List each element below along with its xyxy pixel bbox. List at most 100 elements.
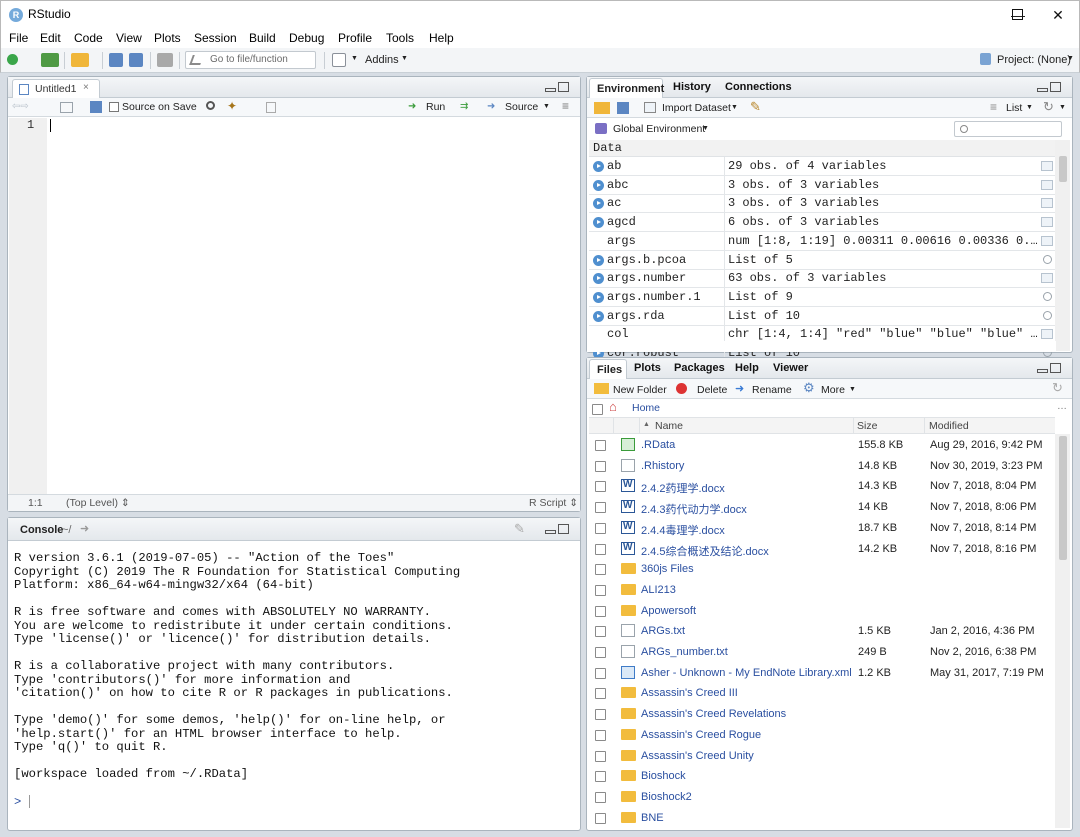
chevron-down-icon[interactable]: ▼	[1026, 104, 1033, 111]
tab-connections[interactable]: Connections	[725, 81, 792, 93]
file-checkbox[interactable]	[595, 543, 606, 555]
rerun-icon[interactable]: ⇉	[460, 101, 468, 112]
file-name-link[interactable]: Assassin's Creed Rogue	[641, 729, 761, 741]
clear-console-icon[interactable]: ✎	[514, 521, 525, 537]
back-forward-icon[interactable]: ⇦⇨	[12, 101, 29, 112]
file-name-link[interactable]: Bioshock2	[641, 791, 692, 803]
grid-layout-icon[interactable]	[332, 53, 346, 67]
file-name-link[interactable]: .RData	[641, 439, 675, 451]
expand-icon[interactable]	[593, 161, 604, 172]
chevron-down-icon[interactable]: ▼	[849, 386, 856, 393]
filetype-selector[interactable]: R Script ⇕	[529, 497, 578, 509]
new-folder-button[interactable]: New Folder	[613, 384, 667, 396]
view-data-icon[interactable]	[1041, 329, 1053, 340]
tab-history[interactable]: History	[673, 81, 711, 93]
ellipsis-button[interactable]: …	[1057, 401, 1067, 412]
save-icon[interactable]	[90, 101, 102, 113]
delete-button[interactable]: Delete	[697, 384, 727, 396]
file-row[interactable]: ARGs_number.txt 249 B Nov 2, 2016, 6:38 PM	[589, 642, 1055, 663]
tab-help[interactable]: Help	[735, 362, 759, 374]
tab-packages[interactable]: Packages	[674, 362, 725, 374]
file-name-link[interactable]: 2.4.5综合概述及结论.docx	[641, 543, 769, 559]
project-menu[interactable]: Project: (None)	[997, 54, 1071, 66]
pane-minmax-buttons[interactable]	[543, 524, 571, 536]
file-name-link[interactable]: ALI213	[641, 584, 676, 596]
tab-untitled1[interactable]: Untitled1 ×	[12, 79, 100, 98]
file-name-link[interactable]: Bioshock	[641, 770, 686, 782]
file-checkbox[interactable]	[595, 440, 606, 451]
pane-minmax-buttons[interactable]	[1035, 363, 1063, 375]
view-data-icon[interactable]	[1041, 217, 1053, 228]
menu-edit[interactable]: Edit	[40, 31, 61, 45]
environment-scope-selector[interactable]: Global Environment	[613, 123, 705, 135]
file-checkbox[interactable]	[595, 522, 606, 534]
env-row[interactable]: ab 29 obs. of 4 variables	[589, 157, 1055, 176]
maximize-button[interactable]	[1012, 9, 1023, 20]
file-row[interactable]: 2.4.3药代动力学.docx 14 KB Nov 7, 2018, 8:06 PM	[589, 497, 1055, 518]
source-on-save-checkbox[interactable]	[109, 102, 119, 112]
file-row[interactable]: .RData 155.8 KB Aug 29, 2016, 9:42 PM	[589, 435, 1055, 456]
new-project-icon[interactable]	[41, 53, 59, 67]
tab-plots[interactable]: Plots	[634, 362, 661, 374]
file-row[interactable]: BNE	[589, 808, 1055, 829]
menu-profile[interactable]: Profile	[338, 31, 372, 45]
file-row[interactable]: Bioshock	[589, 766, 1055, 787]
tab-viewer[interactable]: Viewer	[773, 362, 808, 374]
go-to-file-input[interactable]: Go to file/function	[185, 51, 316, 69]
file-checkbox[interactable]	[595, 502, 606, 514]
expand-icon[interactable]	[593, 217, 604, 229]
select-all-checkbox[interactable]	[592, 404, 603, 415]
search-icon[interactable]	[206, 101, 215, 110]
view-data-icon[interactable]	[1041, 235, 1053, 246]
file-row[interactable]: Assassin's Creed Rogue	[589, 725, 1055, 746]
expand-icon[interactable]	[593, 179, 604, 191]
file-name-link[interactable]: Asher - Unknown - My EndNote Library.xml	[641, 667, 852, 679]
chevron-down-icon[interactable]: ▼	[731, 104, 738, 111]
outline-icon[interactable]: ≡	[562, 99, 569, 113]
file-row[interactable]: ARGs.txt 1.5 KB Jan 2, 2016, 4:36 PM	[589, 621, 1055, 642]
file-row[interactable]: Assassin's Creed III	[589, 683, 1055, 704]
inspect-icon[interactable]	[1043, 254, 1052, 264]
file-name-link[interactable]: BNE	[641, 812, 664, 824]
file-name-link[interactable]: Apowersoft	[641, 605, 696, 617]
file-name-link[interactable]: Assassin's Creed III	[641, 687, 738, 699]
refresh-icon[interactable]: ↻	[1043, 99, 1054, 115]
compile-report-icon[interactable]	[266, 102, 276, 113]
save-workspace-icon[interactable]	[617, 102, 629, 114]
file-row[interactable]: Assassin's Creed Revelations	[589, 704, 1055, 725]
more-menu[interactable]: More	[821, 384, 845, 396]
file-row[interactable]: ALI213	[589, 580, 1055, 601]
expand-icon[interactable]	[593, 254, 604, 266]
tab-environment[interactable]: Environment	[589, 78, 664, 98]
menu-file[interactable]: File	[9, 31, 28, 45]
view-data-icon[interactable]	[1041, 161, 1053, 171]
file-checkbox[interactable]	[595, 791, 606, 803]
show-in-window-icon[interactable]	[60, 102, 73, 113]
file-checkbox[interactable]	[595, 647, 606, 658]
env-row[interactable]: args num [1:8, 1:19] 0.00311 0.00616 0.00…	[589, 231, 1055, 251]
env-row[interactable]: ac 3 obs. of 3 variables	[589, 194, 1055, 214]
file-checkbox[interactable]	[595, 709, 606, 721]
magic-wand-icon[interactable]: ✦	[227, 99, 237, 113]
menu-code[interactable]: Code	[74, 31, 103, 45]
file-row[interactable]: .Rhistory 14.8 KB Nov 30, 2019, 3:23 PM	[589, 456, 1055, 477]
env-row[interactable]: abc 3 obs. of 3 variables	[589, 175, 1055, 195]
file-row[interactable]: 2.4.4毒理学.docx 18.7 KB Nov 7, 2018, 8:14 PM	[589, 518, 1055, 539]
environment-scrollbar[interactable]	[1055, 140, 1070, 351]
clear-workspace-icon[interactable]: ✎	[750, 99, 761, 115]
go-to-directory-icon[interactable]: ➜	[80, 522, 89, 535]
save-icon[interactable]	[109, 53, 123, 67]
file-row[interactable]: Assassin's Creed Unity	[589, 746, 1055, 767]
print-icon[interactable]	[157, 53, 173, 67]
file-checkbox[interactable]	[595, 481, 606, 493]
file-checkbox[interactable]	[595, 771, 606, 783]
inspect-icon[interactable]	[1043, 310, 1052, 320]
file-row[interactable]: Apowersoft	[589, 601, 1055, 622]
file-checkbox[interactable]	[595, 605, 606, 617]
file-checkbox[interactable]	[595, 750, 606, 762]
file-checkbox[interactable]	[595, 584, 606, 596]
menu-view[interactable]: View	[116, 31, 142, 45]
file-checkbox[interactable]	[595, 626, 606, 638]
file-name-link[interactable]: Assassin's Creed Revelations	[641, 708, 786, 720]
env-row[interactable]: args.b.pcoa List of 5	[589, 250, 1055, 270]
